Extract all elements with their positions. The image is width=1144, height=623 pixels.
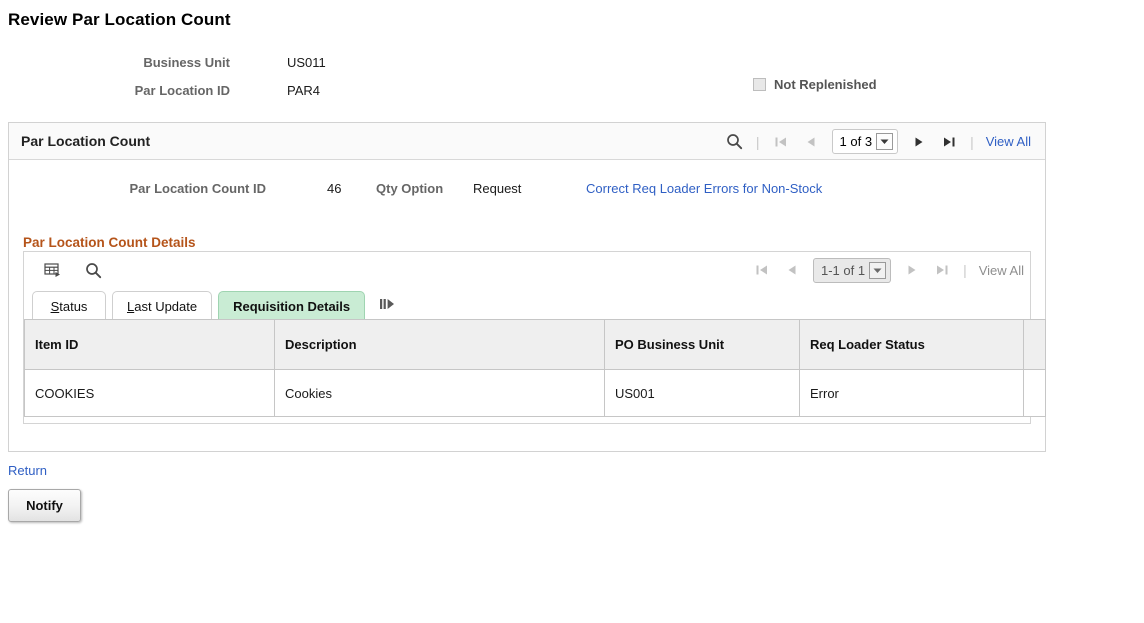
qty-option-label: Qty Option xyxy=(376,181,444,196)
tab-status-label: tatus xyxy=(59,298,88,314)
correct-req-loader-errors-link[interactable]: Correct Req Loader Errors for Non-Stock xyxy=(586,181,822,196)
not-replenished-checkbox-group[interactable]: Not Replenished xyxy=(753,77,877,92)
nav-separator-1: | xyxy=(755,133,760,150)
par-location-count-panel: Par Location Count | 1 of 3 | View All P… xyxy=(8,122,1046,452)
grid-header-row: Item ID Description PO Business Unit Req… xyxy=(24,319,1046,370)
tab-last-update-accel: L xyxy=(127,298,135,314)
details-nav-separator: | xyxy=(963,262,967,278)
details-section-caption: Par Location Count Details xyxy=(23,235,196,250)
details-next-page-icon[interactable] xyxy=(897,257,927,283)
details-chevron-down-icon[interactable] xyxy=(869,261,887,279)
qty-option-value: Request xyxy=(473,181,522,196)
search-icon[interactable] xyxy=(720,129,750,155)
not-replenished-checkbox[interactable] xyxy=(753,78,766,91)
next-page-icon[interactable] xyxy=(904,129,934,155)
page-indicator-dropdown[interactable]: 1 of 3 xyxy=(831,129,899,154)
last-page-icon[interactable] xyxy=(934,129,964,155)
col-item-id[interactable]: Item ID xyxy=(24,319,275,370)
chevron-down-icon[interactable] xyxy=(876,133,894,150)
details-page-indicator-text: 1-1 of 1 xyxy=(820,262,866,278)
panel-header: Par Location Count | 1 of 3 | View All xyxy=(9,123,1045,160)
col-po-business-unit[interactable]: PO Business Unit xyxy=(604,319,800,370)
details-first-page-icon[interactable] xyxy=(747,257,777,283)
notify-button[interactable]: Notify xyxy=(8,489,81,522)
tab-status[interactable]: Status xyxy=(32,291,106,320)
par-location-count-id-label: Par Location Count ID xyxy=(129,181,267,196)
tab-last-update-label: ast Update xyxy=(134,298,198,314)
grid-personalize-icon[interactable] xyxy=(38,257,68,283)
first-page-icon[interactable] xyxy=(766,129,796,155)
nav-separator-2: | xyxy=(970,133,974,150)
show-next-tabs-icon[interactable] xyxy=(371,291,399,320)
col-req-loader-status[interactable]: Req Loader Status xyxy=(799,319,1024,370)
cell-item-id: COOKIES xyxy=(24,369,275,417)
requisition-details-grid: Item ID Description PO Business Unit Req… xyxy=(24,319,1046,417)
col-spacer xyxy=(1023,319,1046,370)
table-row[interactable]: COOKIES Cookies US001 Error xyxy=(24,369,1046,417)
details-previous-page-icon[interactable] xyxy=(777,257,807,283)
tab-status-accel: S xyxy=(50,298,60,314)
details-toolbar: 1-1 of 1 | View All xyxy=(24,252,1030,288)
previous-page-icon[interactable] xyxy=(796,129,826,155)
par-location-id-row: Par Location ID PAR4 xyxy=(0,81,500,101)
details-last-page-icon[interactable] xyxy=(927,257,957,283)
return-link[interactable]: Return xyxy=(8,463,47,478)
details-tabstrip: Status Last Update Requisition Details xyxy=(24,288,399,320)
page-indicator-text: 1 of 3 xyxy=(839,134,873,149)
business-unit-row: Business Unit US011 xyxy=(0,53,500,73)
details-view-all-link[interactable]: View All xyxy=(973,263,1030,278)
details-navigation-toolbar: 1-1 of 1 | View All xyxy=(747,252,1030,288)
cell-spacer xyxy=(1023,369,1046,417)
par-location-count-details-box: 1-1 of 1 | View All S tatus L ast Update… xyxy=(23,251,1046,424)
page-root: Review Par Location Count Business Unit … xyxy=(0,0,1144,623)
tab-last-update[interactable]: Last Update xyxy=(112,291,213,320)
find-search-icon[interactable] xyxy=(78,257,108,283)
not-replenished-label: Not Replenished xyxy=(774,77,877,92)
details-page-indicator-dropdown[interactable]: 1-1 of 1 xyxy=(812,257,892,283)
business-unit-value: US011 xyxy=(287,55,326,70)
page-title: Review Par Location Count xyxy=(8,10,231,29)
tab-requisition-details-label: Requisition Details xyxy=(233,298,351,314)
cell-req-loader-status: Error xyxy=(799,369,1024,417)
panel-title: Par Location Count xyxy=(21,133,151,149)
cell-description: Cookies xyxy=(274,369,605,417)
par-location-id-label: Par Location ID xyxy=(134,83,230,98)
view-all-link[interactable]: View All xyxy=(980,134,1037,149)
tab-requisition-details[interactable]: Requisition Details xyxy=(218,291,366,320)
par-location-id-value: PAR4 xyxy=(287,83,320,98)
par-location-count-id-value: 46 xyxy=(327,181,342,196)
count-detail-line: Par Location Count ID 46 Qty Option Requ… xyxy=(9,181,1045,201)
cell-po-business-unit: US001 xyxy=(604,369,800,417)
business-unit-label: Business Unit xyxy=(143,55,230,70)
panel-navigation-toolbar: | 1 of 3 | View All xyxy=(720,123,1037,160)
col-description[interactable]: Description xyxy=(274,319,605,370)
